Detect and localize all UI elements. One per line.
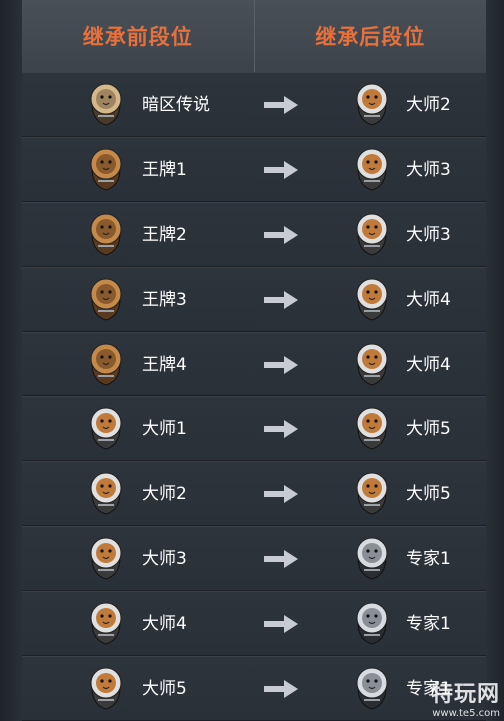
arrow-right-icon [264,484,298,504]
wolf-badge-icon [352,665,392,711]
rank-after-label: 大师5 [406,419,451,440]
table-row: 大师3 专家1 [22,526,486,592]
arrow-right-icon [264,355,298,375]
rank-before-label: 暗区传说 [142,95,210,115]
arrow-right-icon [264,95,298,115]
rank-before-label: 大师2 [142,484,187,505]
rank-before-label: 王牌3 [142,289,187,310]
rank-after-label: 大师5 [406,484,451,505]
rank-before-label: 大师5 [142,679,187,700]
table-row: 大师2 大师5 [22,461,486,527]
table-row: 王牌2 大师3 [22,201,486,267]
right-frame-border [486,0,504,721]
arrow-right-icon [264,160,298,180]
table-row: 大师5 专家1 [22,656,486,721]
tiger-badge-icon [352,211,392,257]
arrow-right-icon [264,549,298,569]
rank-after-label: 大师2 [406,95,451,115]
watermark: 特玩网 www.te5.com [431,676,500,719]
tiger-badge-icon [86,600,126,646]
tiger-badge-icon [352,405,392,451]
rank-before-label: 大师1 [142,419,187,440]
lion-badge-icon [86,211,126,257]
rank-before-label: 王牌2 [142,224,187,245]
rank-before-label: 王牌4 [142,354,187,375]
arrow-right-icon [264,290,298,310]
table-row: 大师4 专家1 [22,591,486,657]
lion-badge-icon [86,276,126,322]
watermark-name: 特玩网 [430,682,500,707]
arrow-right-icon [264,679,298,699]
wolf-badge-icon [352,535,392,581]
rank-after-label: 大师4 [406,289,451,310]
tiger-badge-icon [352,470,392,516]
lion-badge-icon [86,341,126,387]
table-row: 大师1 大师5 [22,396,486,462]
table-row: 王牌4 大师4 [22,331,486,397]
tiger-badge-icon [86,535,126,581]
tiger-badge-icon [86,470,126,516]
rank-before-label: 大师4 [142,614,187,635]
legend-crest-icon [86,81,126,127]
header-after-rank: 继承后段位 [253,0,487,72]
wolf-badge-icon [352,600,392,646]
arrow-right-icon [264,614,298,634]
lion-badge-icon [86,146,126,192]
table-row: 王牌1 大师3 [22,136,486,202]
arrow-right-icon [264,419,298,439]
left-frame-border [0,0,22,721]
rank-after-label: 专家1 [406,614,451,635]
rank-after-label: 大师3 [406,224,451,245]
rank-before-label: 王牌1 [142,159,187,180]
tiger-badge-icon [86,405,126,451]
tiger-badge-icon [352,81,392,127]
table-row: 暗区传说 大师2 [22,72,486,137]
rank-after-label: 专家1 [406,549,451,570]
arrow-right-icon [264,225,298,245]
table-body: 暗区传说 大师2 王牌1 大师3 王牌2 大师3 王牌3 大师4 王牌4 大师4… [22,72,486,721]
tiger-badge-icon [352,341,392,387]
rank-after-label: 大师3 [406,159,451,180]
rank-before-label: 大师3 [142,549,187,570]
tiger-badge-icon [352,276,392,322]
rank-after-label: 大师4 [406,354,451,375]
tiger-badge-icon [86,665,126,711]
watermark-url: www.te5.com [432,708,500,719]
tiger-badge-icon [352,146,392,192]
table-header: 继承前段位 继承后段位 [22,0,486,74]
table-row: 王牌3 大师4 [22,266,486,332]
header-before-rank: 继承前段位 [82,25,193,49]
